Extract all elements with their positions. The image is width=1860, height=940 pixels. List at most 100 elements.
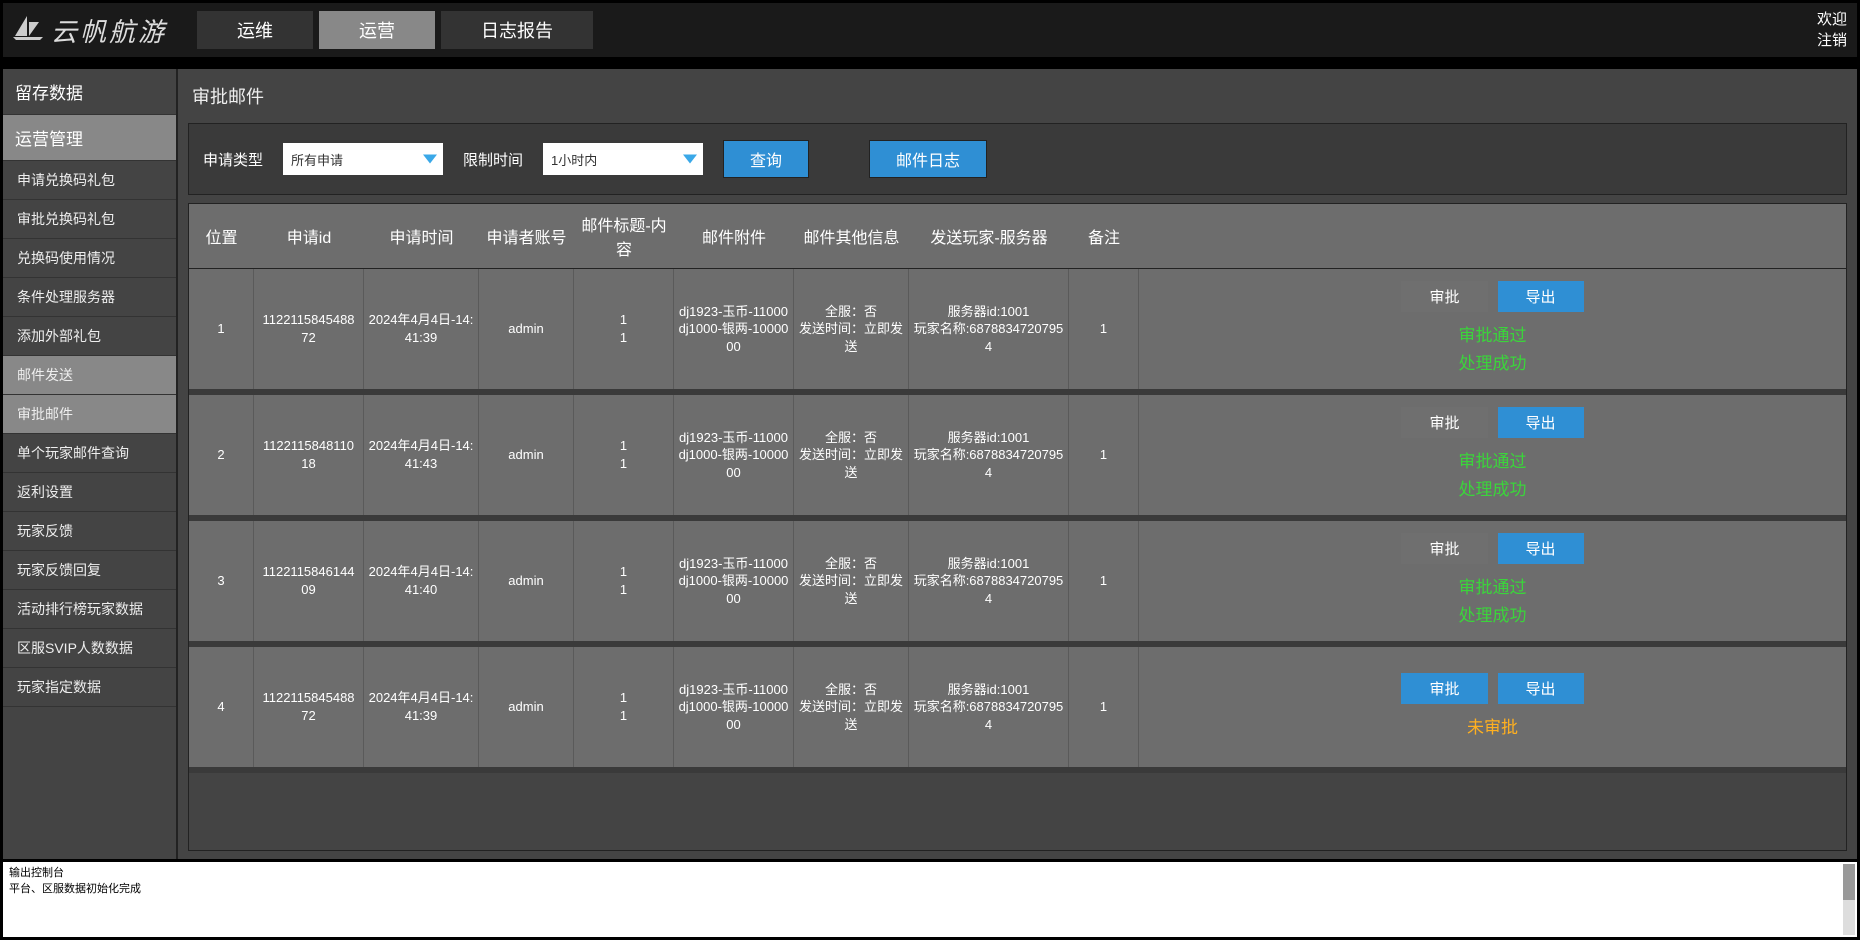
logout-link[interactable]: 注销 bbox=[1817, 30, 1847, 51]
cell: dj1923-玉币-11000dj1000-银两-1000000 bbox=[674, 395, 794, 515]
query-button[interactable]: 查询 bbox=[723, 140, 809, 178]
cell: 3 bbox=[189, 521, 254, 641]
cell: 112211584548872 bbox=[254, 269, 364, 389]
sidebar-section-0[interactable]: 留存数据 bbox=[3, 69, 176, 115]
cell: 服务器id:1001玩家名称:68788347207954 bbox=[909, 647, 1069, 767]
export-button[interactable]: 导出 bbox=[1498, 673, 1584, 704]
cell: admin bbox=[479, 269, 574, 389]
sidebar-item-5[interactable]: 邮件发送 bbox=[3, 356, 176, 395]
sidebar-item-0[interactable]: 申请兑换码礼包 bbox=[3, 161, 176, 200]
welcome-label: 欢迎 bbox=[1817, 9, 1847, 30]
cell: admin bbox=[479, 521, 574, 641]
filter-limit-label: 限制时间 bbox=[463, 149, 523, 170]
nav-tab-1[interactable]: 运营 bbox=[319, 11, 435, 49]
cell: 1 bbox=[1069, 269, 1139, 389]
nav-tab-2[interactable]: 日志报告 bbox=[441, 11, 593, 49]
cell: 2024年4月4日-14:41:40 bbox=[364, 521, 479, 641]
nav-tabs: 运维运营日志报告 bbox=[197, 11, 593, 49]
th-3: 申请者账号 bbox=[479, 204, 574, 268]
th-actions bbox=[1139, 204, 1846, 268]
cell: 112211584811018 bbox=[254, 395, 364, 515]
export-button[interactable]: 导出 bbox=[1498, 281, 1584, 312]
filter-limit-select[interactable]: 1小时内 bbox=[543, 143, 703, 175]
approve-button[interactable]: 审批 bbox=[1401, 281, 1487, 312]
cell: 全服：否发送时间：立即发送 bbox=[794, 521, 909, 641]
table-row: 21122115848110182024年4月4日-14:41:43admin1… bbox=[189, 395, 1846, 521]
th-7: 发送玩家-服务器 bbox=[909, 204, 1069, 268]
export-button[interactable]: 导出 bbox=[1498, 407, 1584, 438]
table-row: 31122115846144092024年4月4日-14:41:40admin1… bbox=[189, 521, 1846, 647]
sidebar-item-11[interactable]: 活动排行榜玩家数据 bbox=[3, 590, 176, 629]
approve-button[interactable]: 审批 bbox=[1401, 673, 1487, 704]
console-line: 平台、区服数据初始化完成 bbox=[9, 880, 1851, 896]
mail-log-button[interactable]: 邮件日志 bbox=[869, 140, 987, 178]
sidebar-item-9[interactable]: 玩家反馈 bbox=[3, 512, 176, 551]
console-panel: 输出控制台 平台、区服数据初始化完成 bbox=[3, 859, 1857, 937]
sidebar-item-2[interactable]: 兑换码使用情况 bbox=[3, 239, 176, 278]
cell: 服务器id:1001玩家名称:68788347207954 bbox=[909, 521, 1069, 641]
sidebar-item-13[interactable]: 玩家指定数据 bbox=[3, 668, 176, 707]
filter-type-value: 所有申请 bbox=[291, 150, 343, 169]
nav-tab-0[interactable]: 运维 bbox=[197, 11, 313, 49]
filter-panel: 申请类型 所有申请 限制时间 1小时内 查询 邮件日志 bbox=[188, 123, 1847, 195]
th-4: 邮件标题-内容 bbox=[574, 204, 674, 268]
table-row: 11122115845488722024年4月4日-14:41:39admin1… bbox=[189, 269, 1846, 395]
cell: dj1923-玉币-11000dj1000-银两-1000000 bbox=[674, 647, 794, 767]
sidebar-item-4[interactable]: 添加外部礼包 bbox=[3, 317, 176, 356]
header-bar: 云帆航游 运维运营日志报告 欢迎 注销 bbox=[3, 3, 1857, 59]
cell: 2 bbox=[189, 395, 254, 515]
status-text: 处理成功 bbox=[1459, 476, 1527, 503]
chevron-down-icon bbox=[423, 155, 437, 164]
actions-cell: 审批导出审批通过处理成功 bbox=[1139, 269, 1846, 389]
logo-text: 云帆航游 bbox=[51, 12, 167, 49]
cell: admin bbox=[479, 647, 574, 767]
filter-type-label: 申请类型 bbox=[203, 149, 263, 170]
status-text: 处理成功 bbox=[1459, 350, 1527, 377]
cell: admin bbox=[479, 395, 574, 515]
table-wrap[interactable]: 位置申请id申请时间申请者账号邮件标题-内容邮件附件邮件其他信息发送玩家-服务器… bbox=[188, 203, 1847, 851]
cell: 1 bbox=[189, 269, 254, 389]
sidebar-item-3[interactable]: 条件处理服务器 bbox=[3, 278, 176, 317]
cell: 112211584548872 bbox=[254, 647, 364, 767]
approve-button[interactable]: 审批 bbox=[1401, 533, 1487, 564]
sidebar-menu: 申请兑换码礼包审批兑换码礼包兑换码使用情况条件处理服务器添加外部礼包邮件发送审批… bbox=[3, 161, 176, 859]
cell: 服务器id:1001玩家名称:68788347207954 bbox=[909, 269, 1069, 389]
cell: 全服：否发送时间：立即发送 bbox=[794, 395, 909, 515]
sidebar-item-6[interactable]: 审批邮件 bbox=[3, 395, 176, 434]
filter-type-select[interactable]: 所有申请 bbox=[283, 143, 443, 175]
table-row: 41122115845488722024年4月4日-14:41:39admin1… bbox=[189, 647, 1846, 773]
sidebar-item-7[interactable]: 单个玩家邮件查询 bbox=[3, 434, 176, 473]
cell: 11 bbox=[574, 521, 674, 641]
th-2: 申请时间 bbox=[364, 204, 479, 268]
th-6: 邮件其他信息 bbox=[794, 204, 909, 268]
cell: dj1923-玉币-11000dj1000-银两-1000000 bbox=[674, 521, 794, 641]
sidebar-item-1[interactable]: 审批兑换码礼包 bbox=[3, 200, 176, 239]
cell: 4 bbox=[189, 647, 254, 767]
cell: 11 bbox=[574, 395, 674, 515]
filter-limit-value: 1小时内 bbox=[551, 150, 597, 169]
actions-cell: 审批导出审批通过处理成功 bbox=[1139, 395, 1846, 515]
status-text: 未审批 bbox=[1467, 714, 1518, 741]
export-button[interactable]: 导出 bbox=[1498, 533, 1584, 564]
page-title: 审批邮件 bbox=[188, 77, 1847, 123]
approval-table: 位置申请id申请时间申请者账号邮件标题-内容邮件附件邮件其他信息发送玩家-服务器… bbox=[189, 204, 1846, 773]
main-panel: 审批邮件 申请类型 所有申请 限制时间 1小时内 查询 邮件日志 位置申请id申… bbox=[178, 69, 1857, 859]
actions-cell: 审批导出未审批 bbox=[1139, 647, 1846, 767]
table-header: 位置申请id申请时间申请者账号邮件标题-内容邮件附件邮件其他信息发送玩家-服务器… bbox=[189, 204, 1846, 269]
cell: 11 bbox=[574, 269, 674, 389]
sidebar-section-1[interactable]: 运营管理 bbox=[3, 115, 176, 161]
header-right: 欢迎 注销 bbox=[1817, 9, 1847, 51]
sidebar: 留存数据运营管理 申请兑换码礼包审批兑换码礼包兑换码使用情况条件处理服务器添加外… bbox=[3, 69, 178, 859]
th-1: 申请id bbox=[254, 204, 364, 268]
scrollbar-thumb[interactable] bbox=[1843, 864, 1855, 900]
status-text: 审批通过 bbox=[1459, 448, 1527, 475]
approve-button[interactable]: 审批 bbox=[1401, 407, 1487, 438]
status-text: 审批通过 bbox=[1459, 322, 1527, 349]
sidebar-item-12[interactable]: 区服SVIP人数数据 bbox=[3, 629, 176, 668]
cell: 2024年4月4日-14:41:39 bbox=[364, 647, 479, 767]
status-text: 审批通过 bbox=[1459, 574, 1527, 601]
sidebar-item-8[interactable]: 返利设置 bbox=[3, 473, 176, 512]
cell: 服务器id:1001玩家名称:68788347207954 bbox=[909, 395, 1069, 515]
sidebar-item-10[interactable]: 玩家反馈回复 bbox=[3, 551, 176, 590]
th-0: 位置 bbox=[189, 204, 254, 268]
